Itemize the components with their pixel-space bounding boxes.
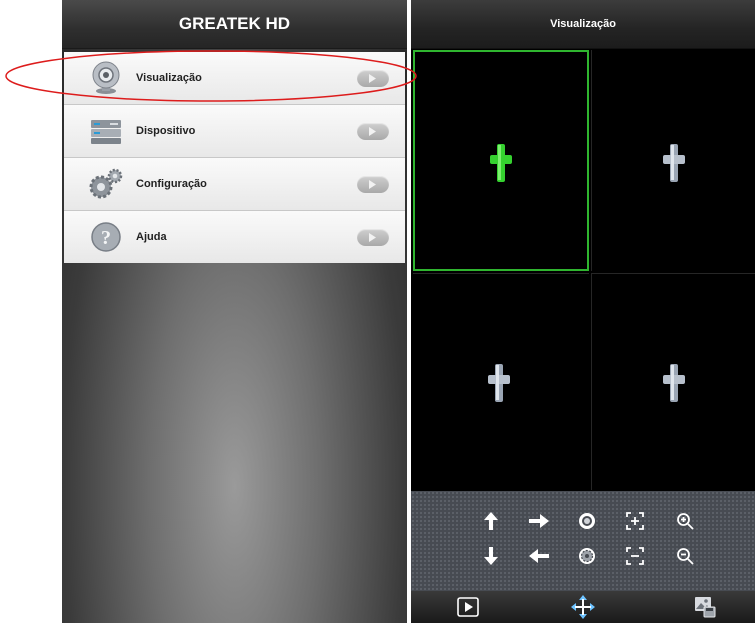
video-cell-2[interactable] <box>591 50 755 271</box>
zoom-frame-in-icon[interactable] <box>625 511 645 531</box>
bottom-toolbar <box>411 591 755 623</box>
arrow-down-icon[interactable] <box>481 546 501 566</box>
focus-near-icon[interactable] <box>577 511 597 531</box>
menu-label-visualizacao: Visualização <box>136 72 202 84</box>
live-view-screen: Visualização <box>411 0 755 623</box>
menu-label-configuracao: Configuração <box>136 178 207 190</box>
arrow-right-icon[interactable] <box>529 511 549 531</box>
menu-label-dispositivo: Dispositivo <box>136 125 196 137</box>
menu-item-configuracao[interactable]: Configuração <box>64 158 405 211</box>
snapshot-icon[interactable] <box>693 595 717 619</box>
chevron-right-icon <box>357 176 389 193</box>
device-icon <box>91 120 121 144</box>
zoom-out-icon[interactable] <box>675 546 695 566</box>
help-icon: ? <box>91 222 121 252</box>
zoom-in-icon[interactable] <box>675 511 695 531</box>
menu-item-dispositivo[interactable]: Dispositivo <box>64 105 405 158</box>
main-menu-screen: GREATEK HD Visualização Dispositivo Conf… <box>62 0 407 623</box>
video-cell-4[interactable] <box>591 273 755 490</box>
gears-icon <box>89 168 123 199</box>
chevron-right-icon <box>357 123 389 140</box>
video-cell-1[interactable] <box>413 50 589 271</box>
video-cell-3[interactable] <box>413 273 589 490</box>
add-camera-icon <box>663 144 685 182</box>
play-icon[interactable] <box>456 595 480 619</box>
add-camera-icon <box>663 364 685 402</box>
main-menu: Visualização Dispositivo Configuração ? … <box>64 52 405 263</box>
ptz-control-panel <box>411 491 755 591</box>
focus-far-icon[interactable] <box>577 546 597 566</box>
app-title-bar: GREATEK HD <box>62 0 407 49</box>
menu-item-ajuda[interactable]: ? Ajuda <box>64 211 405 263</box>
add-camera-icon <box>488 364 510 402</box>
arrow-up-icon[interactable] <box>481 511 501 531</box>
webcam-icon <box>92 61 120 94</box>
app-title: GREATEK HD <box>178 14 291 33</box>
menu-item-visualizacao[interactable]: Visualização <box>64 52 405 105</box>
arrow-left-icon[interactable] <box>529 546 549 566</box>
live-view-title-bar: Visualização <box>411 0 755 49</box>
chevron-right-icon <box>357 229 389 246</box>
svg-text:?: ? <box>101 227 111 249</box>
zoom-frame-out-icon[interactable] <box>625 546 645 566</box>
chevron-right-icon <box>357 70 389 87</box>
menu-label-ajuda: Ajuda <box>136 231 167 243</box>
live-view-title: Visualização <box>550 18 616 30</box>
ptz-move-icon[interactable] <box>571 595 595 619</box>
add-camera-icon <box>490 144 512 182</box>
